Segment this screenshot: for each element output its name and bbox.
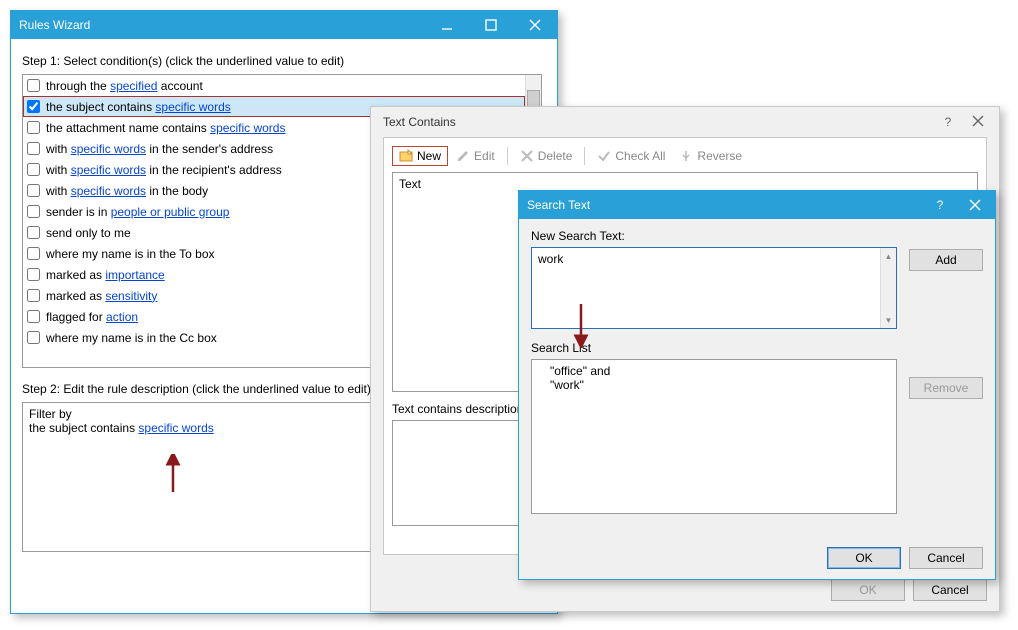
condition-checkbox[interactable] (27, 205, 40, 218)
reverse-icon (679, 149, 693, 163)
condition-text: flagged for action (46, 310, 138, 324)
st-cancel-button[interactable]: Cancel (909, 547, 983, 569)
remove-button[interactable]: Remove (909, 377, 983, 399)
condition-checkbox[interactable] (27, 163, 40, 176)
tc-cancel-button[interactable]: Cancel (913, 579, 987, 601)
condition-checkbox[interactable] (27, 184, 40, 197)
condition-checkbox[interactable] (27, 247, 40, 260)
search-text-title: Search Text (527, 198, 925, 212)
condition-text: the attachment name contains specific wo… (46, 121, 285, 135)
new-search-label: New Search Text: (531, 229, 983, 243)
condition-text: the subject contains specific words (46, 100, 231, 114)
arrow-annotation-2 (573, 302, 589, 348)
search-text-dialog: Search Text ? New Search Text: work ▲ ▼ … (518, 190, 996, 580)
condition-checkbox[interactable] (27, 310, 40, 323)
edit-icon (456, 149, 470, 163)
condition-text: through the specified account (46, 79, 203, 93)
condition-checkbox[interactable] (27, 331, 40, 344)
tc-ok-button[interactable]: OK (831, 579, 905, 601)
new-icon (399, 149, 413, 163)
edit-button[interactable]: Edit (450, 147, 501, 165)
text-contains-titlebar[interactable]: Text Contains ? (371, 107, 999, 137)
search-text-titlebar[interactable]: Search Text ? (519, 191, 995, 219)
condition-text: with specific words in the sender's addr… (46, 142, 273, 156)
condition-checkbox[interactable] (27, 289, 40, 302)
rules-wizard-titlebar[interactable]: Rules Wizard (11, 11, 557, 39)
maximize-button[interactable] (469, 11, 513, 39)
condition-text: with specific words in the recipient's a… (46, 163, 282, 177)
condition-checkbox[interactable] (27, 268, 40, 281)
condition-link[interactable]: action (106, 310, 138, 324)
condition-text: with specific words in the body (46, 184, 208, 198)
help-icon[interactable]: ? (933, 115, 963, 129)
scroll-down-icon[interactable]: ▼ (881, 312, 896, 328)
condition-link[interactable]: specific words (210, 121, 285, 135)
condition-link[interactable]: sensitivity (105, 289, 157, 303)
condition-text: where my name is in the Cc box (46, 331, 217, 345)
search-list[interactable]: "office" and "work" (531, 359, 897, 514)
close-button[interactable] (955, 191, 995, 219)
condition-link[interactable]: specific words (155, 100, 230, 114)
add-button[interactable]: Add (909, 249, 983, 271)
condition-text: sender is in people or public group (46, 205, 229, 219)
step1-label: Step 1: Select condition(s) (click the u… (22, 54, 546, 68)
condition-text: marked as sensitivity (46, 289, 157, 303)
help-button[interactable]: ? (925, 191, 955, 219)
condition-text: where my name is in the To box (46, 247, 215, 261)
condition-link[interactable]: specific words (71, 142, 146, 156)
new-search-value: work (538, 252, 563, 266)
arrow-annotation-1 (165, 454, 181, 494)
condition-link[interactable]: importance (105, 268, 164, 282)
condition-link[interactable]: specific words (71, 163, 146, 177)
condition-checkbox[interactable] (27, 142, 40, 155)
condition-checkbox[interactable] (27, 79, 40, 92)
condition-link[interactable]: people or public group (111, 205, 230, 219)
scroll-up-icon[interactable]: ▲ (881, 248, 896, 264)
st-ok-button[interactable]: OK (827, 547, 901, 569)
toolbar-separator (507, 147, 508, 165)
text-column-header: Text (399, 177, 971, 191)
delete-icon (520, 149, 534, 163)
condition-text: send only to me (46, 226, 131, 240)
text-contains-title: Text Contains (383, 115, 933, 129)
rules-wizard-title: Rules Wizard (19, 18, 425, 32)
condition-row[interactable]: through the specified account (23, 75, 525, 96)
condition-link[interactable]: specified (110, 79, 157, 93)
toolbar-separator (584, 147, 585, 165)
condition-checkbox[interactable] (27, 100, 40, 113)
checkall-button[interactable]: Check All (591, 147, 671, 165)
search-list-label: Search List (531, 341, 983, 355)
text-contains-toolbar: New Edit Delete Check All Reverse (392, 146, 978, 166)
minimize-button[interactable] (425, 11, 469, 39)
check-icon (597, 149, 611, 163)
reverse-button[interactable]: Reverse (673, 147, 748, 165)
input-scrollbar[interactable]: ▲ ▼ (880, 248, 896, 328)
close-icon[interactable] (963, 115, 993, 130)
close-button[interactable] (513, 11, 557, 39)
desc-specific-words-link[interactable]: specific words (138, 421, 213, 435)
condition-checkbox[interactable] (27, 226, 40, 239)
new-button[interactable]: New (392, 146, 448, 166)
delete-button[interactable]: Delete (514, 147, 579, 165)
condition-checkbox[interactable] (27, 121, 40, 134)
condition-text: marked as importance (46, 268, 165, 282)
condition-link[interactable]: specific words (71, 184, 146, 198)
